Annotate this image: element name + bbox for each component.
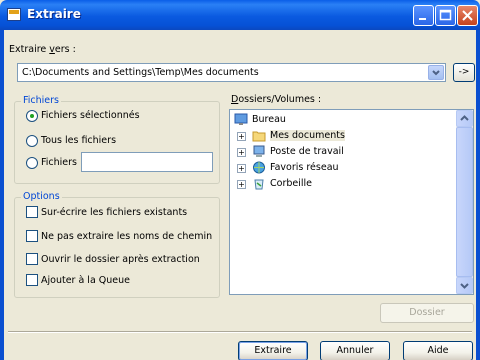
minimize-button[interactable] — [413, 5, 434, 26]
chevron-down-icon — [460, 283, 469, 289]
close-button[interactable] — [457, 5, 478, 26]
radio-files-filter-label[interactable]: Fichiers — [41, 157, 77, 168]
recycle-bin-icon — [254, 179, 264, 190]
browse-arrow-button[interactable]: -> — [453, 63, 475, 82]
window-border-left — [0, 30, 4, 360]
extract-path-combo[interactable]: C:\Documents and Settings\Temp\Mes docum… — [17, 63, 446, 82]
folders-tree[interactable]: Bureau + Mes documents + Poste de travai… — [229, 109, 474, 295]
folder-icon — [252, 131, 266, 142]
radio-all-files-label[interactable]: Tous les fichiers — [41, 135, 116, 146]
options-group-title: Options — [21, 191, 62, 202]
window-title: Extraire — [27, 7, 81, 21]
scroll-down-button[interactable] — [456, 277, 473, 294]
minimize-icon — [419, 18, 426, 20]
extract-button[interactable]: Extraire — [238, 341, 308, 360]
combo-dropdown-button[interactable] — [428, 65, 444, 80]
separator — [8, 331, 472, 333]
scroll-up-button[interactable] — [456, 110, 473, 127]
help-button[interactable]: Aide — [403, 341, 473, 360]
app-icon — [7, 8, 21, 21]
maximize-button[interactable] — [435, 5, 456, 26]
expand-icon[interactable]: + — [237, 148, 246, 157]
open-folder-label[interactable]: Ouvrir le dossier après extraction — [41, 254, 200, 265]
radio-selected-files-label[interactable]: Fichiers sélectionnés — [41, 110, 140, 121]
tree-scrollbar[interactable] — [456, 110, 473, 294]
folders-label: Dossiers/Volumes : — [231, 94, 322, 105]
expand-icon[interactable]: + — [237, 164, 246, 173]
close-icon — [462, 10, 473, 21]
extract-path-value: C:\Documents and Settings\Temp\Mes docum… — [22, 67, 259, 78]
new-folder-button[interactable]: Dossier — [380, 303, 474, 323]
radio-all-files[interactable] — [26, 135, 38, 147]
no-paths-label[interactable]: Ne pas extraire les noms de chemin — [41, 231, 212, 242]
radio-selected-files[interactable] — [26, 110, 38, 122]
overwrite-checkbox[interactable] — [26, 206, 38, 218]
radio-files-filter[interactable] — [26, 157, 38, 169]
tree-item-poste-de-travail[interactable]: + Poste de travail — [230, 144, 455, 160]
scroll-thumb[interactable] — [456, 127, 473, 277]
no-paths-checkbox[interactable] — [26, 230, 38, 242]
tree-item-favoris-reseau[interactable]: + Favoris réseau — [230, 160, 455, 176]
tree-item-mes-documents[interactable]: + Mes documents — [230, 128, 455, 144]
tree-item-bureau[interactable]: Bureau — [230, 112, 455, 128]
expand-icon[interactable]: + — [237, 180, 246, 189]
add-to-queue-label[interactable]: Ajouter à la Queue — [41, 275, 130, 286]
chevron-up-icon — [460, 115, 469, 121]
desktop-icon — [234, 113, 248, 125]
extract-dialog: Extraire Extraire vers : C:\Documents an… — [0, 0, 480, 360]
title-bar[interactable]: Extraire — [0, 0, 480, 30]
window-border-right — [476, 30, 480, 360]
overwrite-label[interactable]: Sur-écrire les fichiers existants — [41, 207, 187, 218]
files-filter-input[interactable] — [81, 152, 213, 172]
extract-to-label: Extraire vers : — [9, 44, 76, 55]
computer-icon — [253, 145, 265, 157]
cancel-button[interactable]: Annuler — [320, 341, 390, 360]
network-icon — [253, 161, 265, 174]
files-group-title: Fichiers — [21, 95, 61, 106]
add-to-queue-checkbox[interactable] — [26, 274, 38, 286]
expand-icon[interactable]: + — [237, 132, 246, 141]
tree-item-corbeille[interactable]: + Corbeille — [230, 176, 455, 192]
open-folder-checkbox[interactable] — [26, 253, 38, 265]
maximize-icon — [439, 9, 452, 21]
chevron-down-icon — [432, 70, 440, 76]
